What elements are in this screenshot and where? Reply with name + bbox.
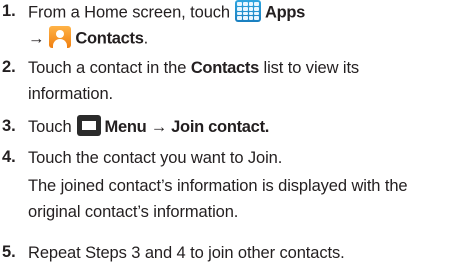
step-text: information. <box>28 85 114 103</box>
menu-join-contact-label: Menu → Join contact. <box>104 118 270 136</box>
contacts-list-label: Contacts <box>190 59 260 77</box>
step-number: 5. <box>2 243 16 261</box>
step-4-line-2: The joined contact’s information is disp… <box>28 176 408 196</box>
step-1-line-1: From a Home screen, touch Apps <box>28 0 306 24</box>
step-text: Touch the contact you want to Join. <box>28 149 283 167</box>
step-4-line-3: original contact’s information. <box>28 202 238 222</box>
step-text: Touch <box>28 118 72 136</box>
apps-label: Apps <box>265 3 306 22</box>
step-text: The joined contact’s information is disp… <box>28 177 408 195</box>
contacts-label: Contacts <box>75 29 144 48</box>
step-2-line-2: information. <box>28 84 113 104</box>
step-text: Repeat Steps 3 and 4 to join other conta… <box>28 244 345 262</box>
step-text: original contact’s information. <box>28 203 239 221</box>
step-number: 3. <box>2 117 16 135</box>
step-2-line-1: Touch a contact in the Contacts list to … <box>28 58 359 78</box>
step-text: From a Home screen, touch <box>28 3 230 22</box>
step-text: Touch a contact in the <box>28 59 187 77</box>
step-5-line-1: Repeat Steps 3 and 4 to join other conta… <box>28 243 345 263</box>
step-number: 4. <box>2 148 16 166</box>
contacts-icon <box>49 26 72 48</box>
step-number: 2. <box>2 58 16 76</box>
arrow-icon: → <box>28 29 45 48</box>
apps-grid-icon <box>235 0 261 22</box>
step-1-line-2: → Contacts. <box>28 26 149 50</box>
step-3-line-1: Touch Menu → Join contact. <box>28 115 270 138</box>
step-4-line-1: Touch the contact you want to Join. <box>28 148 282 168</box>
step-text: . <box>143 29 149 48</box>
step-number: 1. <box>2 2 16 20</box>
menu-icon <box>76 115 101 137</box>
step-text: list to view its <box>263 59 360 77</box>
